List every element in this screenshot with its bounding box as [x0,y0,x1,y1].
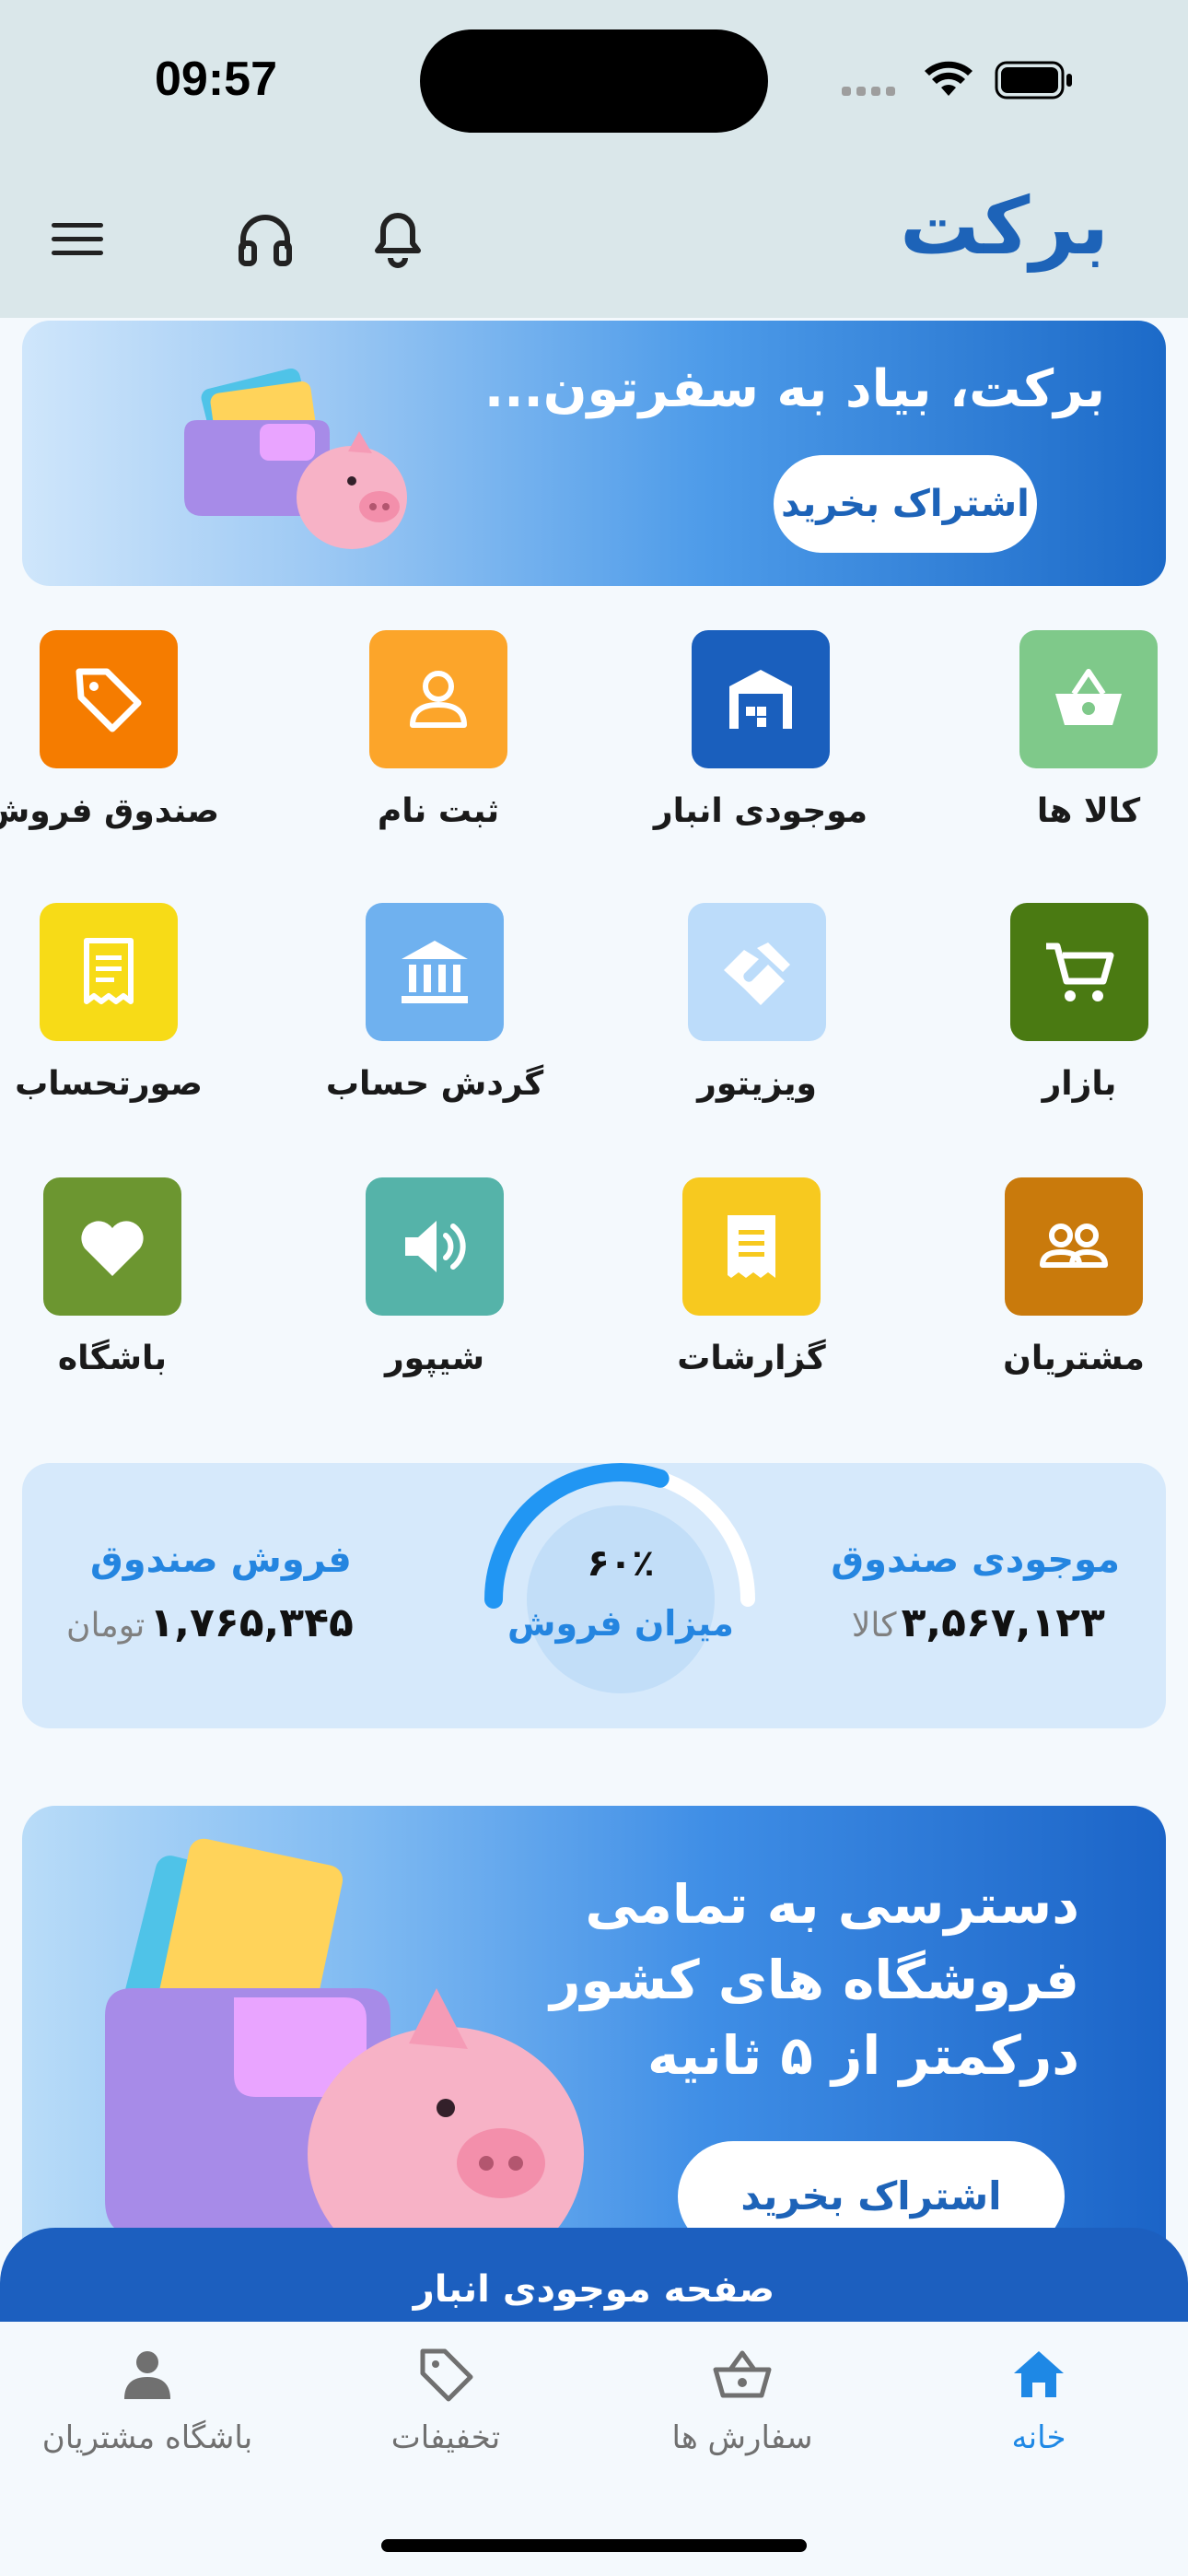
customers-icon [1040,1224,1108,1268]
banner-title: برکت، بیاد به سفرتون... [483,359,1105,419]
sales-line: ۱,۷۶۵,۳۴۵ تومان [66,1599,354,1646]
promo-line-3: درکمتر از ۵ ثانیه [647,2024,1079,2087]
grid-item-signup[interactable]: ثبت نام [328,630,549,830]
grid-label: صورتحساب [15,1065,203,1103]
heart-icon [81,1221,144,1276]
grid-label: گردش حساب [325,1065,544,1103]
inventory-unit: کالا [851,1607,897,1645]
sales-title: فروش صندوق [90,1539,352,1581]
tag-icon [76,668,142,732]
nav-orders[interactable]: سفارش ها [623,2342,862,2456]
person-icon [124,2351,170,2399]
gauge-label: میزان فروش [507,1603,734,1644]
grid-label: باشگاه [57,1340,168,1377]
grid-label: ثبت نام [377,792,500,830]
piggy-wallet-illustration [105,1838,584,2281]
tile-sales-box [40,630,178,768]
grid-label: صندوق فروش [0,792,219,830]
app-header: 09:57 برکت [0,0,1188,318]
wifi-icon [925,61,973,96]
home-icon [1014,2351,1064,2397]
inventory-line: ۳,۵۶۷,۱۲۳ کالا [852,1599,1105,1646]
grid-label: گزارشات [677,1340,826,1377]
nav-label: باشگاه مشتریان [41,2419,253,2456]
grid-label: ویزیتور [697,1065,817,1103]
buy-subscription-button[interactable]: اشتراک بخرید [774,455,1037,553]
tile-invoice [40,903,178,1041]
bank-icon [402,941,468,1003]
signal-icon [842,87,895,96]
tile-account-flow [366,903,504,1041]
grid-item-account-flow[interactable]: گردش حساب [324,903,545,1103]
promo-line-2: فروشگاه های کشور [550,1949,1079,2011]
headset-icon[interactable] [232,206,298,273]
nav-home[interactable]: خانه [919,2342,1159,2456]
tag-icon [420,2348,473,2402]
grid-item-club[interactable]: باشگاه [2,1177,223,1377]
tile-shipoor [366,1177,504,1316]
gauge-percent: ۶۰٪ [587,1542,655,1585]
brand-logo: برکت [900,181,1109,273]
page-bar-title: صفحه موجودی انبار [413,2268,775,2311]
menu-icon[interactable] [44,206,111,273]
speaker-icon [405,1221,466,1272]
nav-label: خانه [1011,2419,1066,2456]
status-time: 09:57 [155,53,277,106]
grid-label: کالا ها [1036,792,1141,830]
inventory-value: ۳,۵۶۷,۱۲۳ [901,1599,1105,1646]
nav-label: تخفیفات [390,2419,501,2456]
grid-label: مشتریان [1003,1340,1145,1377]
home-indicator [381,2539,807,2552]
basket-icon [1055,669,1122,725]
tile-products [1019,630,1158,768]
bottom-nav: خانه سفارش ها تخفیفات باشگاه مشتریان [0,2322,1188,2576]
inventory-title: موجودی صندوق [831,1539,1120,1581]
tile-signup [369,630,507,768]
grid-label: موجودی انبار [653,792,868,830]
grid-item-market[interactable]: بازار [969,903,1188,1103]
promo-banner[interactable]: دسترسی به تمامی فروشگاه های کشور درکمتر … [22,1806,1166,2285]
tile-market [1010,903,1148,1041]
stats-card: موجودی صندوق ۳,۵۶۷,۱۲۳ کالا ۶۰٪ میزان فر… [22,1463,1166,1728]
grid-item-shipoor[interactable]: شیپور [324,1177,545,1377]
tile-visitor [688,903,826,1041]
tile-reports [682,1177,821,1316]
nav-customer-club[interactable]: باشگاه مشتریان [28,2342,267,2456]
status-icons [842,61,1072,100]
warehouse-page-bar[interactable]: صفحه موجودی انبار [0,2228,1188,2329]
grid-item-products[interactable]: کالا ها [978,630,1188,830]
grid-item-reports[interactable]: گزارشات [641,1177,862,1377]
basket-icon [713,2350,772,2398]
grid-item-sales-box[interactable]: صندوق فروش [0,630,219,830]
battery-icon [995,61,1072,100]
promo-line-1: دسترسی به تمامی [585,1873,1079,1936]
bell-icon[interactable] [365,206,431,273]
sales-unit: تومان [66,1607,146,1645]
subscription-banner[interactable]: برکت، بیاد به سفرتون... اشتراک بخرید [22,321,1166,586]
cart-icon [1046,943,1114,1001]
grid-item-customers[interactable]: مشتریان [963,1177,1184,1377]
tile-club [43,1177,181,1316]
grid-label: شیپور [384,1340,485,1377]
piggy-wallet-illustration [184,368,407,549]
report-icon [728,1215,775,1278]
grid-item-warehouse[interactable]: موجودی انبار [650,630,871,830]
nav-label: سفارش ها [671,2419,813,2456]
warehouse-icon [729,670,792,729]
handshake-icon [724,943,790,1005]
grid-item-invoice[interactable]: صورتحساب [0,903,219,1103]
sales-value: ۱,۷۶۵,۳۴۵ [149,1599,354,1646]
nav-discounts[interactable]: تخفیفات [326,2342,565,2456]
dynamic-island [420,29,768,133]
tile-customers [1005,1177,1143,1316]
grid-item-visitor[interactable]: ویزیتور [646,903,868,1103]
promo-text: دسترسی به تمامی فروشگاه های کشور درکمتر … [550,1867,1079,2093]
receipt-icon [84,938,134,1004]
sales-gauge: ۶۰٪ میزان فروش [473,1463,768,1728]
grid-label: بازار [1042,1065,1117,1103]
tile-warehouse [692,630,830,768]
user-icon [410,671,467,728]
